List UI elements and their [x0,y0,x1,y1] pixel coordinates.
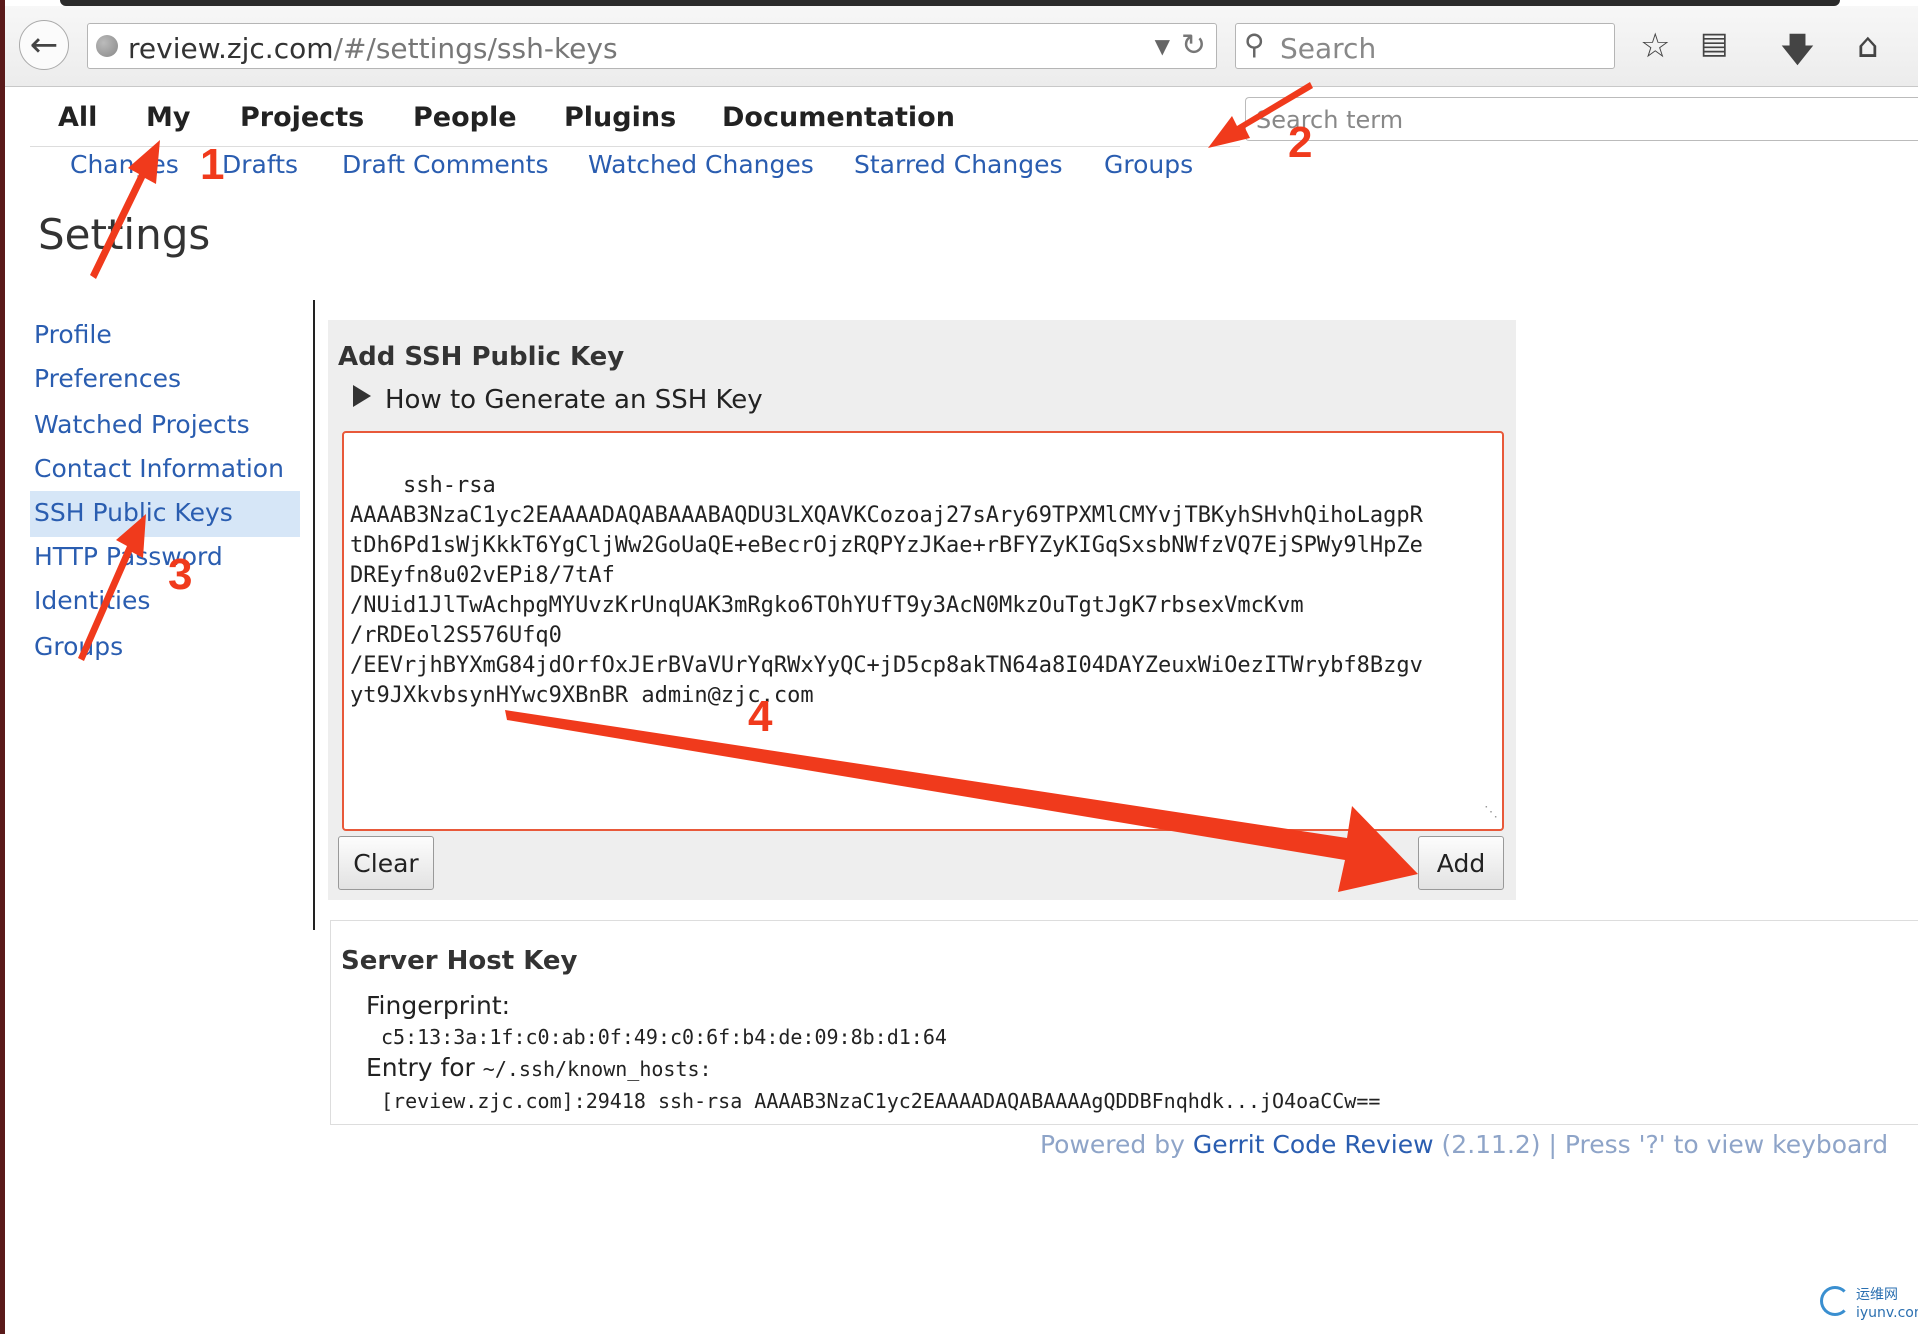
subnav-watched-changes[interactable]: Watched Changes [588,150,814,179]
subnav-drafts[interactable]: Drafts [222,150,298,179]
url-domain: review.zjc.com [128,32,334,65]
sidebar-item-contact-information[interactable]: Contact Information [34,454,284,483]
annotation-number-3: 3 [168,550,193,599]
add-ssh-key-title: Add SSH Public Key [338,342,625,372]
url-path: /#/settings/ssh-keys [333,32,618,65]
ssh-key-text: ssh-rsa AAAAB3NzaC1yc2EAAAADAQABAAABAQDU… [350,473,1423,708]
add-button[interactable]: Add [1418,836,1504,890]
home-icon[interactable]: ⌂ [1857,26,1879,66]
download-icon[interactable]: 🡇 [1780,26,1815,83]
entry-for-label: Entry for [366,1053,475,1082]
known-hosts-entry: [review.zjc.com]:29418 ssh-rsa AAAAB3Nza… [381,1089,1381,1113]
watermark: 运维网 iyunv.com [1856,1286,1918,1322]
gerrit-link[interactable]: Gerrit Code Review [1193,1130,1434,1159]
nav-people[interactable]: People [413,102,517,133]
known-hosts-path: ~/.ssh/known_hosts: [482,1057,712,1081]
add-ssh-key-panel: Add SSH Public Key How to Generate an SS… [328,320,1516,900]
sidebar-item-http-password[interactable]: HTTP Password [34,542,223,571]
sidebar-item-identities[interactable]: Identities [34,586,150,615]
reading-list-icon[interactable]: ▤ [1700,26,1728,61]
back-button[interactable]: ← [19,20,69,70]
browser-search-bar[interactable]: ⚲ Search [1235,23,1615,69]
expand-triangle-icon[interactable] [353,385,371,407]
watermark-logo-icon [1820,1286,1850,1316]
subnav-starred-changes[interactable]: Starred Changes [854,150,1063,179]
footer-suffix: (2.11.2) | Press '?' to view keyboard [1441,1130,1889,1159]
subnav-draft-comments[interactable]: Draft Comments [342,150,548,179]
dropdown-arrow-icon[interactable]: ▼ [1155,34,1170,58]
how-to-generate-toggle[interactable]: How to Generate an SSH Key [385,385,763,415]
subnav-changes[interactable]: Changes [70,150,179,179]
nav-all[interactable]: All [58,102,97,133]
globe-icon [96,35,118,57]
sidebar-item-profile[interactable]: Profile [34,320,112,349]
nav-plugins[interactable]: Plugins [564,102,676,133]
sidebar-item-ssh-public-keys[interactable]: SSH Public Keys [34,498,233,527]
browser-search-placeholder: Search [1280,32,1377,65]
annotation-number-1: 1 [200,140,225,189]
sidebar-item-watched-projects[interactable]: Watched Projects [34,410,250,439]
bookmark-star-icon[interactable]: ☆ [1640,26,1670,66]
footer-prefix: Powered by [1040,1130,1185,1159]
search-term-input[interactable]: Search term [1245,97,1918,141]
server-host-key-title: Server Host Key [341,946,578,976]
annotation-number-4: 4 [748,692,773,741]
nav-documentation[interactable]: Documentation [722,102,955,133]
nav-my[interactable]: My [146,102,190,133]
footer: Powered by Gerrit Code Review (2.11.2) |… [1040,1130,1888,1159]
clear-button[interactable]: Clear [338,836,434,890]
fingerprint-label: Fingerprint: [366,991,511,1020]
back-arrow-icon: ← [29,25,59,65]
url-text: review.zjc.com/#/settings/ssh-keys [128,32,618,65]
subnav-groups[interactable]: Groups [1104,150,1193,179]
watermark-line2: iyunv.com [1856,1305,1918,1321]
url-bar[interactable]: review.zjc.com/#/settings/ssh-keys ▼ ↻ [87,23,1217,69]
fingerprint-value: c5:13:3a:1f:c0:ab:0f:49:c0:6f:b4:de:09:8… [381,1025,947,1049]
resize-handle-icon[interactable]: ⋱ [1484,797,1498,827]
watermark-line1: 运维网 [1856,1287,1898,1303]
sidebar-item-groups[interactable]: Groups [34,632,123,661]
known-hosts-label: Entry for ~/.ssh/known_hosts: [366,1053,712,1082]
search-icon: ⚲ [1244,28,1265,61]
reload-icon[interactable]: ↻ [1181,28,1206,63]
server-host-key-section: Server Host Key Fingerprint: c5:13:3a:1f… [330,920,1918,1125]
page-title: Settings [38,210,211,259]
sidebar-divider [313,300,315,930]
annotation-number-2: 2 [1288,118,1313,167]
ssh-key-textarea[interactable]: ssh-rsa AAAAB3NzaC1yc2EAAAADAQABAAABAQDU… [342,431,1504,831]
window-edge [0,0,5,1334]
nav-projects[interactable]: Projects [240,102,364,133]
browser-toolbar: ← review.zjc.com/#/settings/ssh-keys ▼ ↻… [5,6,1918,87]
sidebar-item-preferences[interactable]: Preferences [34,364,181,393]
